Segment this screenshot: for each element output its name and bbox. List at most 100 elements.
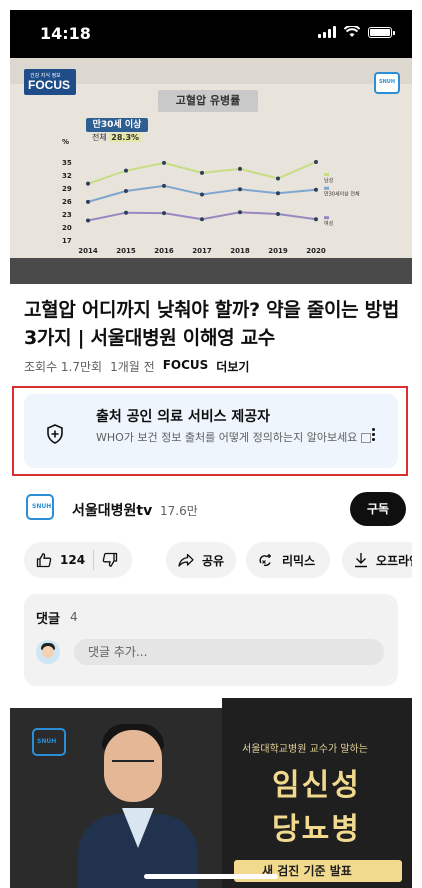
shield-plus-icon [47,424,63,444]
next-video-thumbnail[interactable]: SNUH 서울대학교병원 교수가 말하는 임신성 당뇨병 새 검진 기준 발표 [10,698,412,888]
video-meta[interactable]: 조회수 1.7만회 1개월 전 FOCUS 더보기 [24,358,249,375]
legend-label: 여성 [324,220,333,227]
y-tick-label: 29 [62,185,72,193]
comments-count: 4 [70,610,78,624]
info-heading: 출처 공인 의료 서비스 제공자 [96,409,271,425]
x-tick-label: 2016 [154,247,174,255]
info-description-text: WHO가 보건 정보 출처를 어떻게 정의하는지 알아보세요 [96,431,358,444]
series-point [162,183,166,188]
offline-button[interactable]: 오프라인 [342,542,412,578]
series-point [86,181,90,186]
y-tick-label: 17 [62,237,72,245]
share-button[interactable]: 공유 [166,542,236,578]
like-count: 124 [60,553,86,567]
battery-icon [368,26,395,38]
y-tick-label: 23 [62,211,72,219]
series-point [162,160,166,165]
series-point [238,187,242,192]
like-dislike-chip[interactable]: 124 [24,542,132,578]
x-tick-label: 2014 [78,247,98,255]
x-tick-label: 2018 [230,247,250,255]
series-point [276,191,280,196]
focus-logo: 건강 지식 정보 FOCUS [24,69,76,95]
next-tv-icon-label: SNUH [37,738,57,745]
series-point [162,211,166,216]
x-tick-label: 2017 [192,247,212,255]
series-point [86,218,90,223]
thumbs-down-icon[interactable] [102,552,118,568]
remix-label: 리믹스 [282,553,316,568]
video-bottom-texture [10,258,412,284]
share-icon [178,553,194,567]
series-point [238,210,242,215]
x-tick-label: 2020 [306,247,326,255]
like-divider [93,550,95,570]
series-point [124,210,128,215]
y-unit-label: % [62,138,69,146]
user-avatar [36,640,60,664]
app-frame: 14:18 건강 지식 정보 FOCUS SNUH 고혈압 유병률 만30세 이… [10,10,412,888]
signal-icon [318,26,336,38]
thumbs-up-icon[interactable] [36,552,52,568]
channel-avatar-label: SNUH [32,503,52,510]
legend-label: 남성 [324,177,333,184]
subscriber-count: 17.6만 [160,504,198,518]
status-time: 14:18 [40,24,91,43]
tv-icon-label: SNUH [379,79,396,85]
legend-swatch [324,173,329,176]
share-label: 공유 [202,553,225,568]
video-player[interactable]: 건강 지식 정보 FOCUS SNUH 고혈압 유병률 만30세 이상 전체 2… [10,58,412,284]
legend-swatch [324,216,329,220]
focus-logo-text: FOCUS [28,78,70,92]
comments-label: 댓글 [36,612,60,627]
x-tick-label: 2019 [268,247,288,255]
series-point [314,187,318,192]
comment-input[interactable]: 댓글 추가... [74,639,384,665]
series-point [314,160,318,164]
next-video-title-line2: 당뇨병 [272,812,361,847]
view-count: 조회수 1.7만회 [24,360,103,374]
external-link-icon [361,433,372,443]
legend-label: 만30세이상 전체 [324,191,360,198]
series-point [200,217,204,222]
y-tick-label: 20 [62,224,72,232]
status-bar: 14:18 [10,10,412,58]
download-icon [355,553,367,568]
status-icons [318,26,395,38]
subscribe-button[interactable]: 구독 [350,492,406,526]
series-point [276,176,280,181]
series-point [276,212,280,216]
more-link[interactable]: 더보기 [216,358,249,375]
next-video-subtitle: 서울대학교병원 교수가 말하는 [242,744,368,755]
series-point [124,168,128,173]
legend-swatch [324,186,329,190]
line-chart: % 17 20 23 26 29 32 35 2014 2015 2016 2017 2018 2019 2… [62,138,360,255]
x-tick-label: 2015 [116,247,136,255]
channel-tag[interactable]: FOCUS [163,358,209,375]
tv-icon: SNUH [374,72,400,94]
channel-avatar[interactable]: SNUH [26,494,54,520]
series-point [238,166,242,171]
comments-panel[interactable]: 댓글 4 댓글 추가... [24,594,398,686]
home-indicator [144,874,278,879]
info-panel[interactable]: 출처 공인 의료 서비스 제공자 WHO가 보건 정보 출처를 어떻게 정의하는… [24,394,398,468]
series-point [124,189,128,194]
series-point [86,199,90,204]
more-options-icon[interactable] [372,428,376,443]
next-tv-icon: SNUH [32,728,66,756]
wifi-icon [344,26,360,37]
remix-icon [259,554,271,567]
y-tick-label: 26 [62,198,72,206]
series-point [200,170,204,175]
series-point [200,192,204,197]
offline-label: 오프라인 [376,553,412,568]
presenter-glasses [112,760,154,772]
y-tick-label: 32 [62,172,72,180]
y-tick-label: 35 [62,159,72,167]
info-description[interactable]: WHO가 보건 정보 출처를 어떻게 정의하는지 알아보세요 [96,430,376,446]
upload-age: 1개월 전 [110,360,155,374]
channel-name[interactable]: 서울대병원tv [72,500,152,520]
next-video-title-line1: 임신성 [272,768,361,803]
video-title: 고혈압 어디까지 낮춰야 할까? 약을 줄이는 방법 3가지 | 서울대병원 이… [24,299,400,349]
remix-button[interactable]: 리믹스 [246,542,330,578]
